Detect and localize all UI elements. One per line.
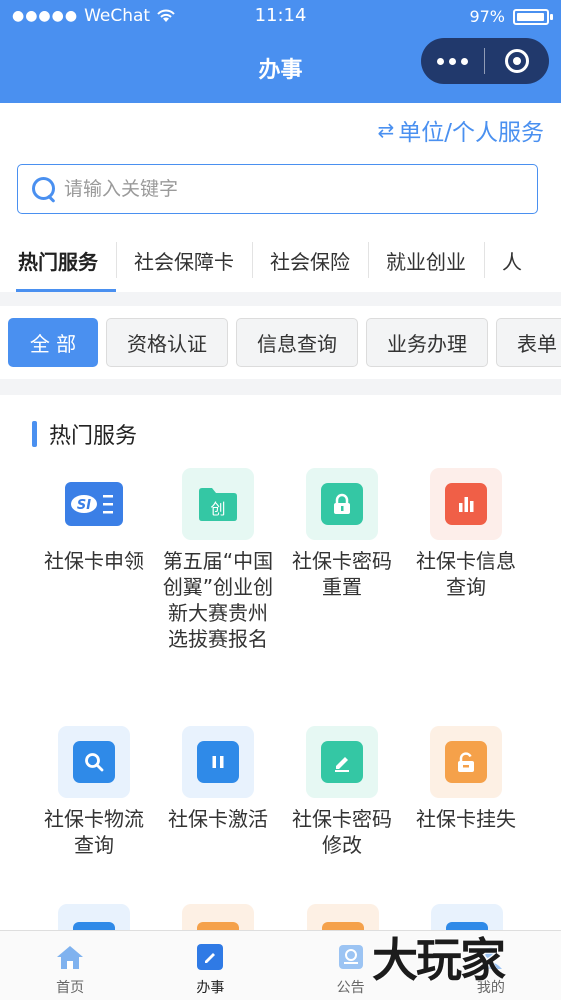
chip-forms[interactable]: 表单	[496, 318, 561, 367]
tabbar-item-home[interactable]: 首页	[0, 931, 140, 1000]
service-label: 社保卡信息查询	[416, 549, 516, 599]
service-password-reset[interactable]: 社保卡密码重置	[280, 468, 404, 726]
notice-icon	[337, 943, 365, 971]
lock-icon	[306, 468, 378, 540]
section-title: 热门服务	[49, 424, 138, 449]
unlock-icon	[430, 726, 502, 798]
service-contest-signup[interactable]: 创 第五届“中国创翼”创业创新大赛贵州选拔赛报名	[156, 468, 280, 726]
section-heading: 热门服务	[32, 418, 137, 450]
service-info-query[interactable]: 社保卡信息查询	[404, 468, 528, 726]
svg-text:创: 创	[210, 500, 225, 518]
service-label: 第五届“中国创翼”创业创新大赛贵州选拔赛报名	[162, 549, 274, 651]
battery-percent: 97%	[469, 7, 505, 26]
svg-text:SI: SI	[77, 498, 91, 513]
search-icon	[58, 726, 130, 798]
tabbar-item-services[interactable]: 办事	[140, 931, 280, 1000]
filter-chips: 全 部 资格认证 信息查询 业务办理 表单	[0, 318, 561, 368]
chip-all[interactable]: 全 部	[8, 318, 98, 367]
service-label: 社保卡挂失	[416, 807, 516, 831]
service-label: 社保卡密码重置	[292, 549, 392, 599]
service-label: 社保卡申领	[44, 549, 144, 573]
search-input[interactable]	[64, 178, 484, 200]
category-tabs: 热门服务 社会保障卡 社会保险 就业创业 人	[0, 228, 561, 292]
battery-info: 97%	[469, 7, 553, 26]
search-box[interactable]	[17, 164, 538, 214]
close-target-icon	[505, 49, 529, 73]
tabbar-label: 办事	[196, 980, 225, 996]
more-dot-icon	[449, 57, 456, 65]
chip-business[interactable]: 业务办理	[366, 318, 488, 367]
chip-qualification[interactable]: 资格认证	[106, 318, 228, 367]
tabbar-label: 公告	[336, 980, 365, 996]
more-dot-icon	[461, 57, 468, 65]
service-label: 社保卡密码修改	[292, 807, 392, 857]
pause-icon	[182, 726, 254, 798]
social-security-card-icon: SI	[58, 468, 130, 540]
battery-fill	[517, 12, 545, 21]
service-card-apply[interactable]: SI 社保卡申领	[32, 468, 156, 726]
service-label: 社保卡激活	[168, 807, 268, 831]
divider-band	[0, 379, 561, 395]
tab-hot-services[interactable]: 热门服务	[0, 228, 116, 292]
tab-label: 社会保险	[270, 249, 350, 274]
header: ●●●●● WeChat 11:14 97% 办事	[0, 0, 561, 103]
services-grid: SI 社保卡申领 创 第五届“中国创翼”创业创新大赛贵州选拔赛报名 社保卡密码重…	[32, 468, 528, 903]
service-card-activate[interactable]: 社保卡激活	[156, 726, 280, 903]
bar-chart-icon	[430, 468, 502, 540]
tab-more[interactable]: 人	[484, 228, 540, 292]
service-logistics-query[interactable]: 社保卡物流查询	[32, 726, 156, 903]
switch-service-label: 单位/个人服务	[398, 120, 544, 146]
miniprogram-capsule	[421, 38, 549, 84]
tab-label: 就业创业	[386, 249, 466, 274]
edit-icon	[306, 726, 378, 798]
service-label: 社保卡物流查询	[44, 807, 144, 857]
edit-icon	[196, 943, 224, 971]
swap-icon: ⇄	[377, 118, 395, 142]
tabbar-label: 首页	[56, 980, 85, 996]
tab-social-security-card[interactable]: 社会保障卡	[116, 228, 252, 292]
battery-icon	[513, 8, 553, 25]
chip-info-query[interactable]: 信息查询	[236, 318, 358, 367]
tab-employment[interactable]: 就业创业	[368, 228, 484, 292]
search-icon	[32, 177, 56, 201]
tab-label: 人	[502, 249, 522, 274]
folder-icon: 创	[182, 468, 254, 540]
status-bar: ●●●●● WeChat 11:14 97%	[0, 0, 561, 34]
switch-service-link[interactable]: ⇄ 单位/个人服务	[377, 113, 544, 147]
divider-band	[0, 292, 561, 306]
section-accent-bar	[32, 421, 37, 447]
watermark: 大玩家	[372, 933, 506, 987]
tab-label: 社会保障卡	[134, 249, 234, 274]
tab-label: 热门服务	[18, 249, 98, 274]
more-button[interactable]	[421, 38, 484, 84]
tab-social-insurance[interactable]: 社会保险	[252, 228, 368, 292]
service-password-change[interactable]: 社保卡密码修改	[280, 726, 404, 903]
more-dot-icon	[437, 57, 444, 65]
close-button[interactable]	[485, 49, 549, 73]
service-report-loss[interactable]: 社保卡挂失	[404, 726, 528, 903]
home-icon	[56, 943, 84, 971]
